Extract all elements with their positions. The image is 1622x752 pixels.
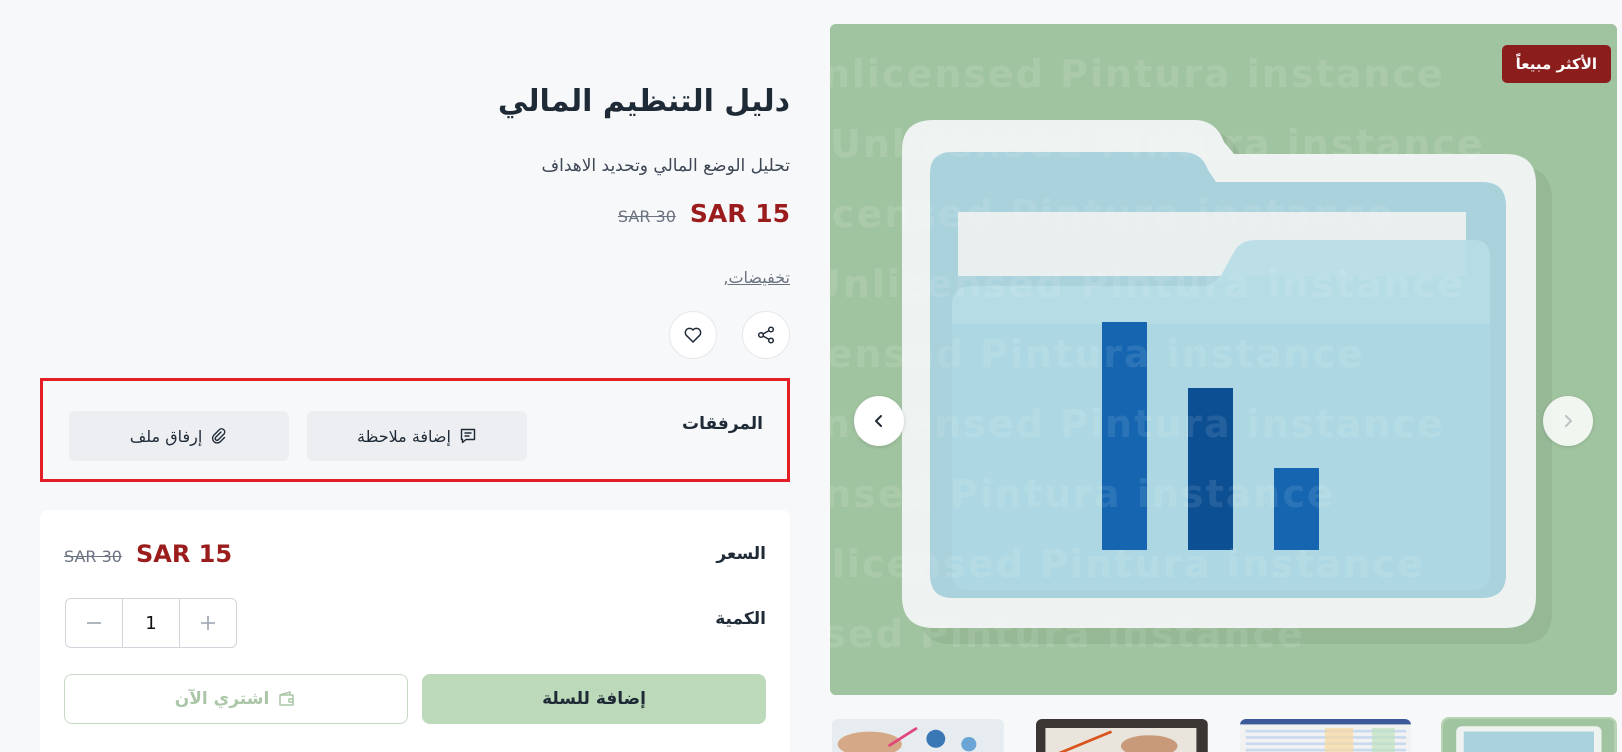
- decrease-quantity-button[interactable]: [66, 599, 122, 647]
- add-note-label: إضافة ملاحظة: [357, 426, 451, 446]
- wallet-icon: [279, 691, 295, 706]
- comment-icon: [460, 428, 476, 444]
- attachments-section: المرفقات إضافة ملاحظة إرفاق ملف: [40, 378, 790, 482]
- watermark-text: Unlicensed Pintura instance: [830, 402, 1445, 446]
- watermark-text: Unlicensed Pintura instance: [830, 262, 1465, 306]
- chevron-left-icon: [875, 415, 882, 427]
- card-price-original: SAR 30: [64, 547, 122, 566]
- share-icon: [757, 326, 775, 344]
- add-note-button[interactable]: إضافة ملاحظة: [307, 411, 527, 461]
- spreadsheet-thumb-image: [1239, 719, 1412, 752]
- increase-quantity-button[interactable]: [180, 599, 236, 647]
- quantity-stepper: 1: [65, 598, 237, 648]
- thumbnail-hand-writing[interactable]: [1034, 717, 1210, 752]
- product-info: دليل التنظيم المالي تحليل الوضع المالي و…: [40, 0, 790, 752]
- watermark-text: Unlicensed Pintura instance: [830, 542, 1425, 586]
- attach-file-label: إرفاق ملف: [129, 426, 203, 446]
- card-price-current: SAR 15: [135, 540, 233, 568]
- product-title: دليل التنظيم المالي: [497, 84, 790, 119]
- watermark-text: Unlicensed Pintura instance: [830, 52, 1445, 96]
- thumbnail-spreadsheet[interactable]: [1238, 717, 1414, 752]
- add-to-cart-button[interactable]: إضافة للسلة: [422, 674, 766, 724]
- product-gallery[interactable]: Unlicensed Pintura instance Unlicensed P…: [830, 24, 1617, 695]
- gallery-prev-button[interactable]: [854, 396, 904, 446]
- plus-icon: [201, 616, 215, 630]
- attach-file-button[interactable]: إرفاق ملف: [69, 411, 289, 461]
- thumbnail-folder-chart[interactable]: [1441, 717, 1617, 752]
- chevron-right-icon: [1565, 415, 1572, 427]
- watermark-text: Unlicensed Pintura instance: [830, 192, 1395, 236]
- minus-icon: [87, 622, 101, 624]
- price-original: SAR 30: [617, 207, 676, 226]
- price-current: SAR 15: [689, 199, 790, 228]
- best-seller-badge: الأكثر مبيعاً: [1501, 45, 1611, 83]
- product-subtitle: تحليل الوضع المالي وتحديد الاهداف: [541, 156, 790, 176]
- hand-charts-thumb-image: [832, 719, 1004, 752]
- quantity-input[interactable]: 1: [122, 599, 180, 647]
- hand-writing-thumb-image: [1035, 719, 1208, 752]
- folder-chart-thumb-image: [1443, 719, 1615, 752]
- heart-icon: [684, 327, 702, 343]
- buy-now-button[interactable]: اشتري الآن: [64, 674, 408, 724]
- category-tag-link[interactable]: تخفيضات,: [723, 268, 790, 287]
- watermark-text: Unlicensed Pintura instance: [830, 612, 1305, 656]
- watermark-text: Unlicensed Pintura instance: [830, 472, 1335, 516]
- share-button[interactable]: [742, 311, 790, 359]
- thumbnail-hand-charts[interactable]: [830, 717, 1006, 752]
- buy-now-label: اشتري الآن: [174, 689, 270, 709]
- card-price: SAR 15 SAR 30: [64, 540, 232, 568]
- watermark-text: Unlicensed Pintura instance: [830, 332, 1365, 376]
- gallery-next-button[interactable]: [1543, 396, 1593, 446]
- paperclip-icon: [212, 428, 226, 444]
- purchase-card: السعر SAR 15 SAR 30 الكمية 1 إضافة للسلة…: [40, 510, 790, 752]
- wishlist-button[interactable]: [669, 311, 717, 359]
- gallery-thumbnails: [830, 717, 1617, 752]
- attachments-label: المرفقات: [681, 414, 763, 434]
- price-label: السعر: [716, 544, 766, 564]
- product-price: SAR 15 SAR 30: [618, 199, 790, 228]
- quantity-label: الكمية: [715, 609, 766, 629]
- product-actions: [669, 311, 790, 359]
- watermark-text: Unlicensed Pintura instance: [830, 122, 1485, 166]
- product-page: Unlicensed Pintura instance Unlicensed P…: [0, 0, 1622, 752]
